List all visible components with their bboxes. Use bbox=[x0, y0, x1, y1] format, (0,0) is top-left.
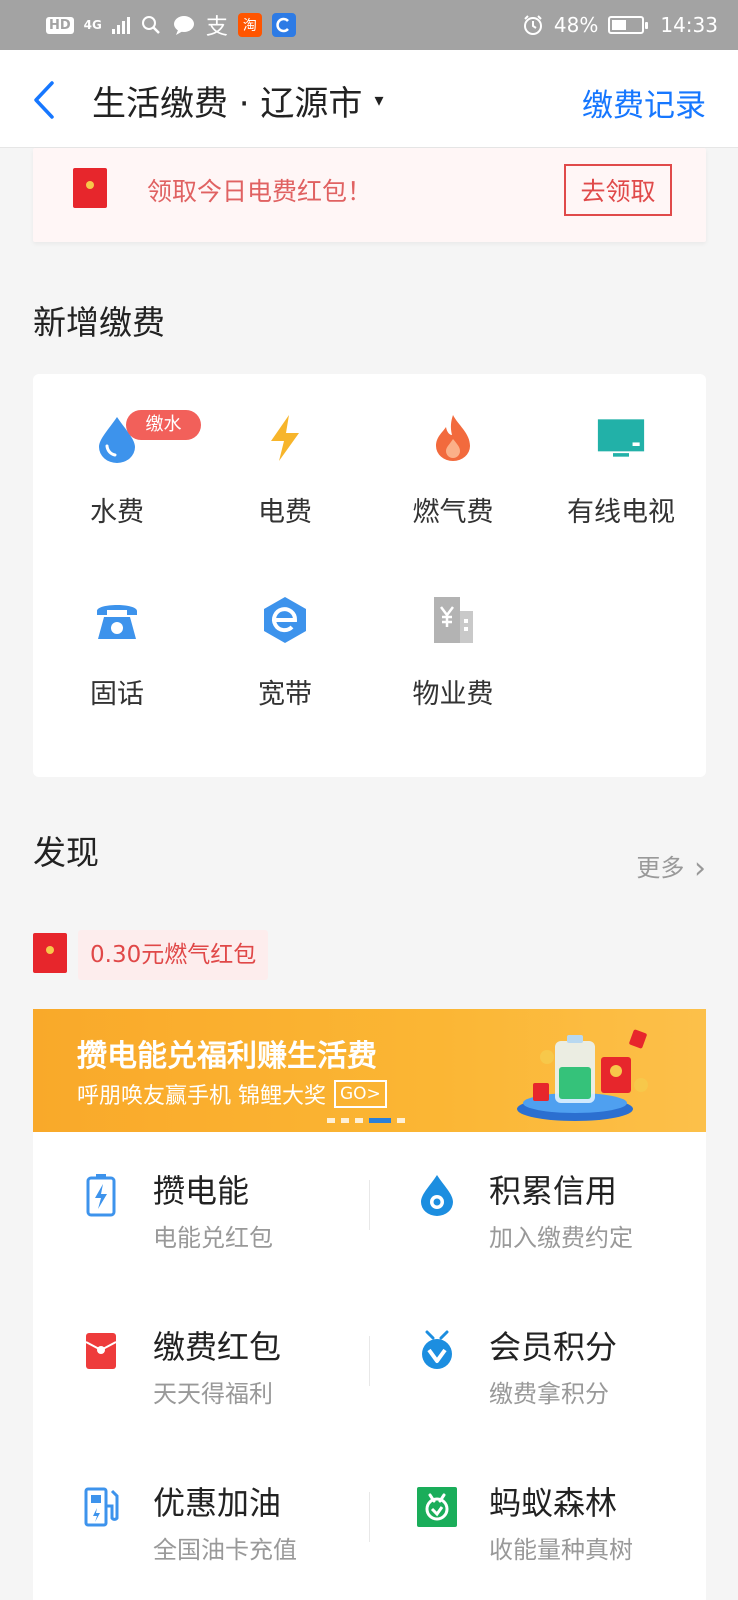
nav-header: 生活缴费 · 辽源市 ▾ 缴费记录 bbox=[0, 50, 738, 148]
service-landline[interactable]: 固话 bbox=[33, 556, 201, 710]
service-electricity[interactable]: 电费 bbox=[201, 374, 369, 528]
battery-percent: 48% bbox=[553, 13, 599, 37]
go-button[interactable]: GO> bbox=[334, 1080, 387, 1108]
battery-icon bbox=[608, 16, 649, 34]
feature-title: 缴费红包 bbox=[153, 1328, 282, 1366]
page-title: 生活缴费 · 辽源市 bbox=[92, 84, 363, 124]
promo-subtitle: 呼朋唤友赢手机 锦鲤大奖 GO> bbox=[77, 1078, 387, 1110]
feature-fuel[interactable]: 优惠加油 全国油卡充值 bbox=[33, 1444, 369, 1600]
service-gas[interactable]: 燃气费 bbox=[369, 374, 537, 528]
service-label: 燃气费 bbox=[412, 497, 494, 528]
service-cable-tv[interactable]: 有线电视 bbox=[537, 374, 705, 528]
feature-title: 优惠加油 bbox=[153, 1484, 282, 1522]
feature-subtitle: 收能量种真树 bbox=[489, 1536, 633, 1564]
app-icon bbox=[271, 13, 296, 37]
feature-member-points[interactable]: 会员积分 缴费拿积分 bbox=[369, 1288, 705, 1444]
feature-title: 会员积分 bbox=[489, 1328, 618, 1366]
credit-drop-icon bbox=[417, 1172, 457, 1218]
status-bar: HD 4G 支 淘 48% 14:33 bbox=[0, 0, 738, 50]
red-envelope-icon bbox=[81, 1328, 121, 1374]
feature-red-packet[interactable]: 缴费红包 天天得福利 bbox=[33, 1288, 369, 1444]
feature-subtitle: 全国油卡充值 bbox=[153, 1536, 297, 1564]
carousel-dots[interactable] bbox=[327, 1118, 405, 1123]
telephone-icon bbox=[93, 594, 141, 646]
battery-charge-icon bbox=[81, 1172, 121, 1218]
new-payment-card: 缴水费 水费 电费 燃气费 有线电视 固话 宽带 物业费 bbox=[33, 374, 706, 777]
alipay-icon: 支 bbox=[205, 15, 228, 40]
city-selector[interactable]: 生活缴费 · 辽源市 ▾ bbox=[92, 76, 383, 125]
feature-title: 攒电能 bbox=[153, 1172, 250, 1210]
flame-icon bbox=[429, 412, 477, 464]
caret-down-icon: ▾ bbox=[374, 90, 384, 111]
promo-banner[interactable]: 攒电能兑福利赚生活费 呼朋唤友赢手机 锦鲤大奖 GO> bbox=[33, 1009, 706, 1132]
feature-energy[interactable]: 攒电能 电能兑红包 bbox=[33, 1132, 369, 1288]
section-title-new-payment: 新增缴费 bbox=[33, 303, 165, 342]
member-points-icon bbox=[417, 1328, 457, 1374]
red-envelope-icon bbox=[73, 168, 107, 208]
service-label: 电费 bbox=[258, 497, 312, 528]
alarm-icon bbox=[523, 15, 542, 35]
feature-subtitle: 加入缴费约定 bbox=[489, 1224, 633, 1252]
feature-subtitle: 天天得福利 bbox=[153, 1380, 273, 1408]
section-title-discover: 发现 bbox=[33, 833, 99, 872]
service-property[interactable]: 物业费 bbox=[369, 556, 537, 710]
building-icon bbox=[429, 594, 477, 646]
search-icon bbox=[141, 16, 160, 34]
gas-red-packet-tag[interactable]: 0.30元燃气红包 bbox=[78, 930, 269, 980]
water-badge: 缴水费 bbox=[126, 410, 201, 465]
broadband-icon bbox=[261, 594, 309, 646]
feature-ant-forest[interactable]: 蚂蚁森林 收能量种真树 bbox=[369, 1444, 705, 1600]
hd-indicator: HD bbox=[46, 16, 74, 34]
ant-forest-icon bbox=[417, 1484, 457, 1530]
more-link[interactable]: 更多 › bbox=[636, 848, 706, 886]
chat-icon bbox=[173, 16, 194, 35]
promo-title: 攒电能兑福利赚生活费 bbox=[77, 1039, 377, 1074]
service-water[interactable]: 缴水费 水费 bbox=[33, 374, 201, 528]
service-label: 水费 bbox=[90, 497, 144, 528]
network-type-label: 4G bbox=[83, 18, 102, 32]
tv-icon bbox=[597, 412, 645, 464]
clock: 14:33 bbox=[660, 13, 718, 37]
service-broadband[interactable]: 宽带 bbox=[201, 556, 369, 710]
energy-battery-illustration bbox=[517, 1029, 648, 1121]
banner-text: 领取今日电费红包！ bbox=[147, 177, 373, 206]
claim-button[interactable]: 去领取 bbox=[564, 164, 672, 216]
feature-title: 积累信用 bbox=[489, 1172, 618, 1210]
service-label: 固话 bbox=[90, 679, 144, 710]
back-arrow-icon[interactable] bbox=[28, 80, 62, 120]
lightning-icon bbox=[261, 412, 309, 464]
taobao-icon: 淘 bbox=[237, 13, 262, 37]
signal-icon bbox=[111, 16, 130, 34]
feature-credit[interactable]: 积累信用 加入缴费约定 bbox=[369, 1132, 705, 1288]
more-label: 更多 bbox=[636, 854, 685, 882]
service-label: 有线电视 bbox=[567, 497, 675, 528]
feature-title: 蚂蚁森林 bbox=[489, 1484, 618, 1522]
feature-subtitle: 电能兑红包 bbox=[153, 1224, 273, 1252]
fuel-pump-icon bbox=[81, 1484, 121, 1530]
service-label: 宽带 bbox=[258, 679, 312, 710]
chevron-right-icon: › bbox=[694, 851, 706, 886]
feature-subtitle: 缴费拿积分 bbox=[489, 1380, 609, 1408]
discover-features-card: 攒电能 电能兑红包 积累信用 加入缴费约定 缴费红包 天天得福利 会员积分 缴费… bbox=[33, 1132, 706, 1600]
red-packet-banner[interactable]: 领取今日电费红包！ 去领取 bbox=[33, 148, 706, 242]
payment-records-link[interactable]: 缴费记录 bbox=[582, 80, 706, 125]
service-label: 物业费 bbox=[412, 679, 494, 710]
red-envelope-icon bbox=[33, 933, 67, 973]
promo-subtitle-text: 呼朋唤友赢手机 锦鲤大奖 bbox=[77, 1084, 326, 1109]
